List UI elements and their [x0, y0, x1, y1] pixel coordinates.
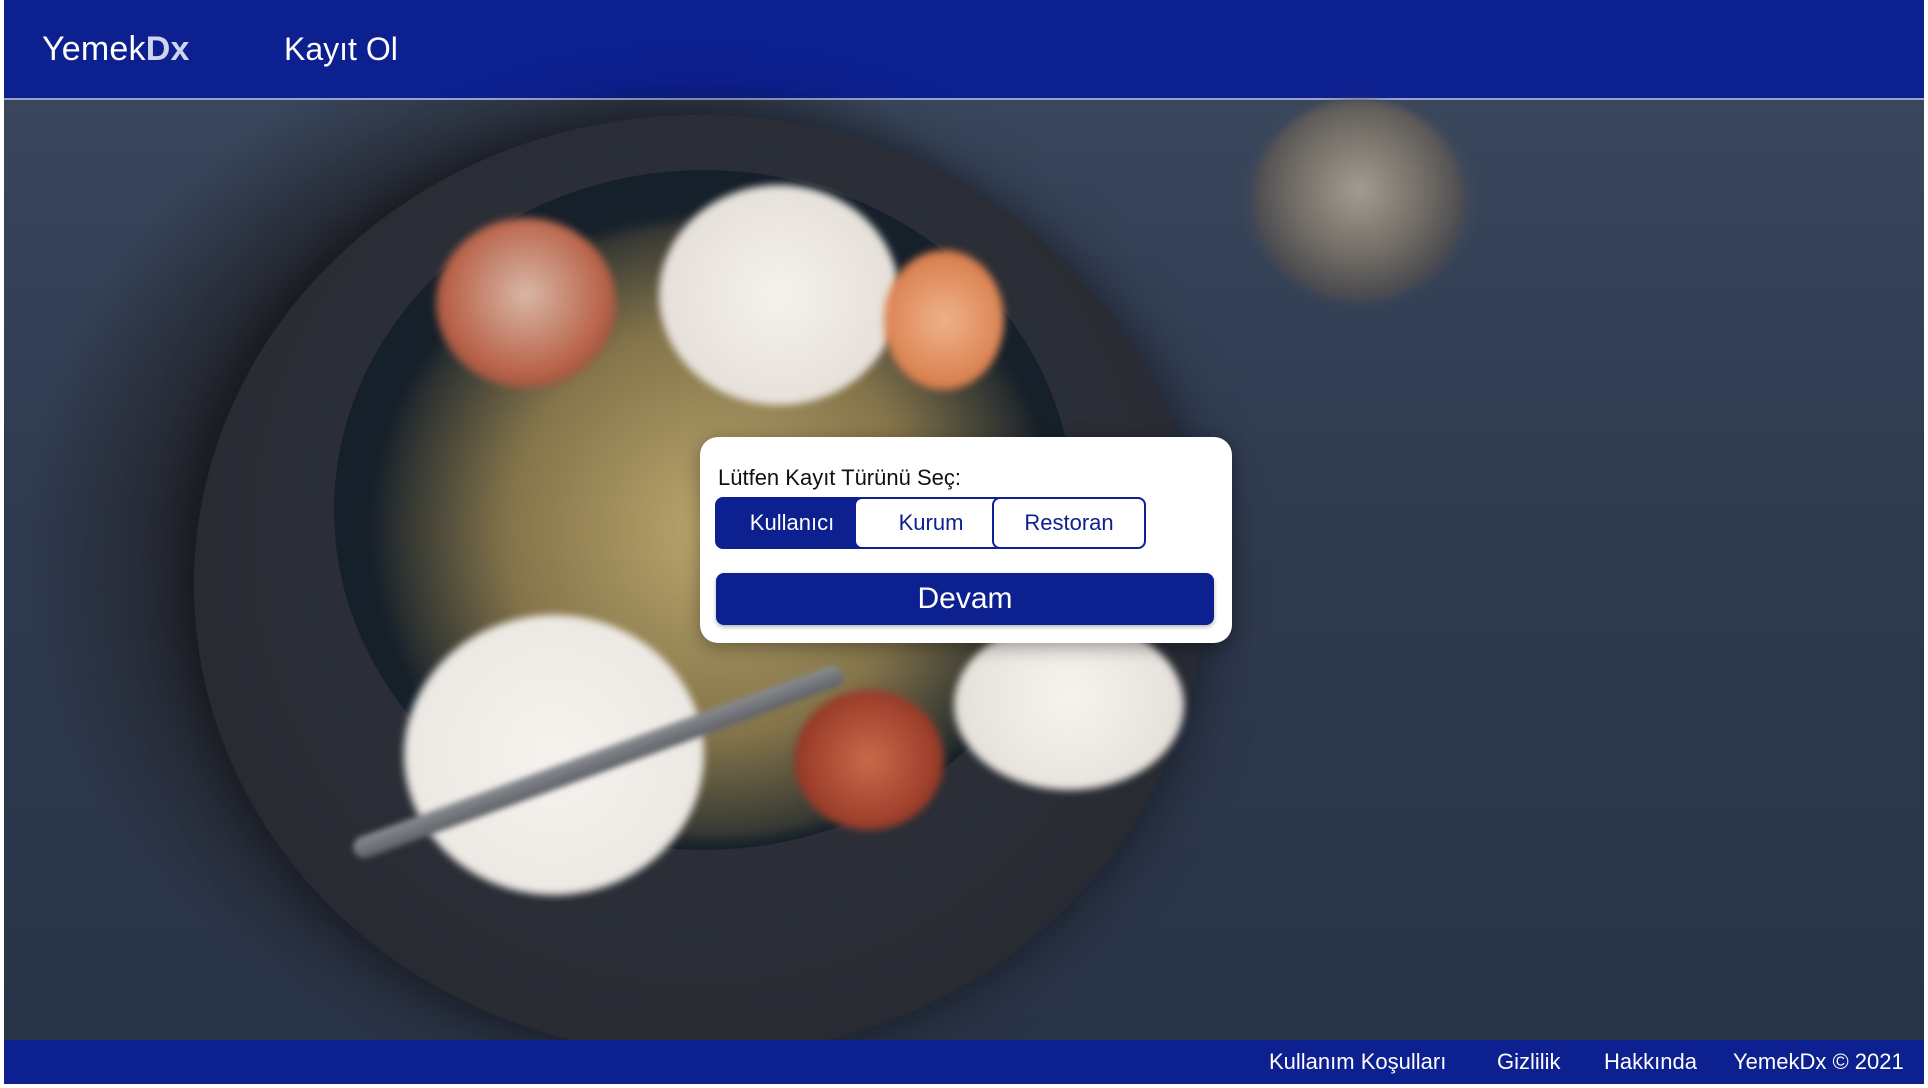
shell-image [884, 250, 1004, 390]
brand-logo[interactable]: YemekDx [42, 30, 190, 69]
option-user-button[interactable]: Kullanıcı [715, 497, 869, 549]
nav-register-link[interactable]: Kayıt Ol [284, 31, 398, 68]
footer-terms-link[interactable]: Kullanım Koşulları [1269, 1049, 1446, 1075]
shell-image [794, 690, 944, 830]
option-restaurant-button[interactable]: Restoran [992, 497, 1146, 549]
app-frame: YemekDx Kayıt Ol Lütfen Kayıt Türünü Seç… [4, 0, 1924, 1084]
shell-image [954, 620, 1184, 790]
pepper-bowl-image [1254, 100, 1464, 300]
shell-image [659, 185, 899, 405]
shell-image [404, 615, 704, 895]
dialog-title: Lütfen Kayıt Türünü Seç: [718, 465, 961, 490]
top-navbar: YemekDx Kayıt Ol [4, 0, 1924, 100]
footer-privacy-link[interactable]: Gizlilik [1497, 1049, 1561, 1075]
option-organization-button[interactable]: Kurum [854, 497, 1008, 549]
footer-bar: Kullanım Koşulları Gizlilik Hakkında Yem… [4, 1040, 1924, 1084]
footer-copyright: YemekDx © 2021 [1733, 1049, 1904, 1074]
shell-image [436, 218, 616, 388]
brand-text-bold: Dx [145, 30, 190, 68]
footer-about-link[interactable]: Hakkında [1604, 1049, 1697, 1075]
continue-button[interactable]: Devam [716, 573, 1214, 625]
brand-text-light: Yemek [42, 30, 146, 68]
registration-type-dialog: Lütfen Kayıt Türünü Seç: Kullanıcı Kurum… [700, 437, 1232, 643]
